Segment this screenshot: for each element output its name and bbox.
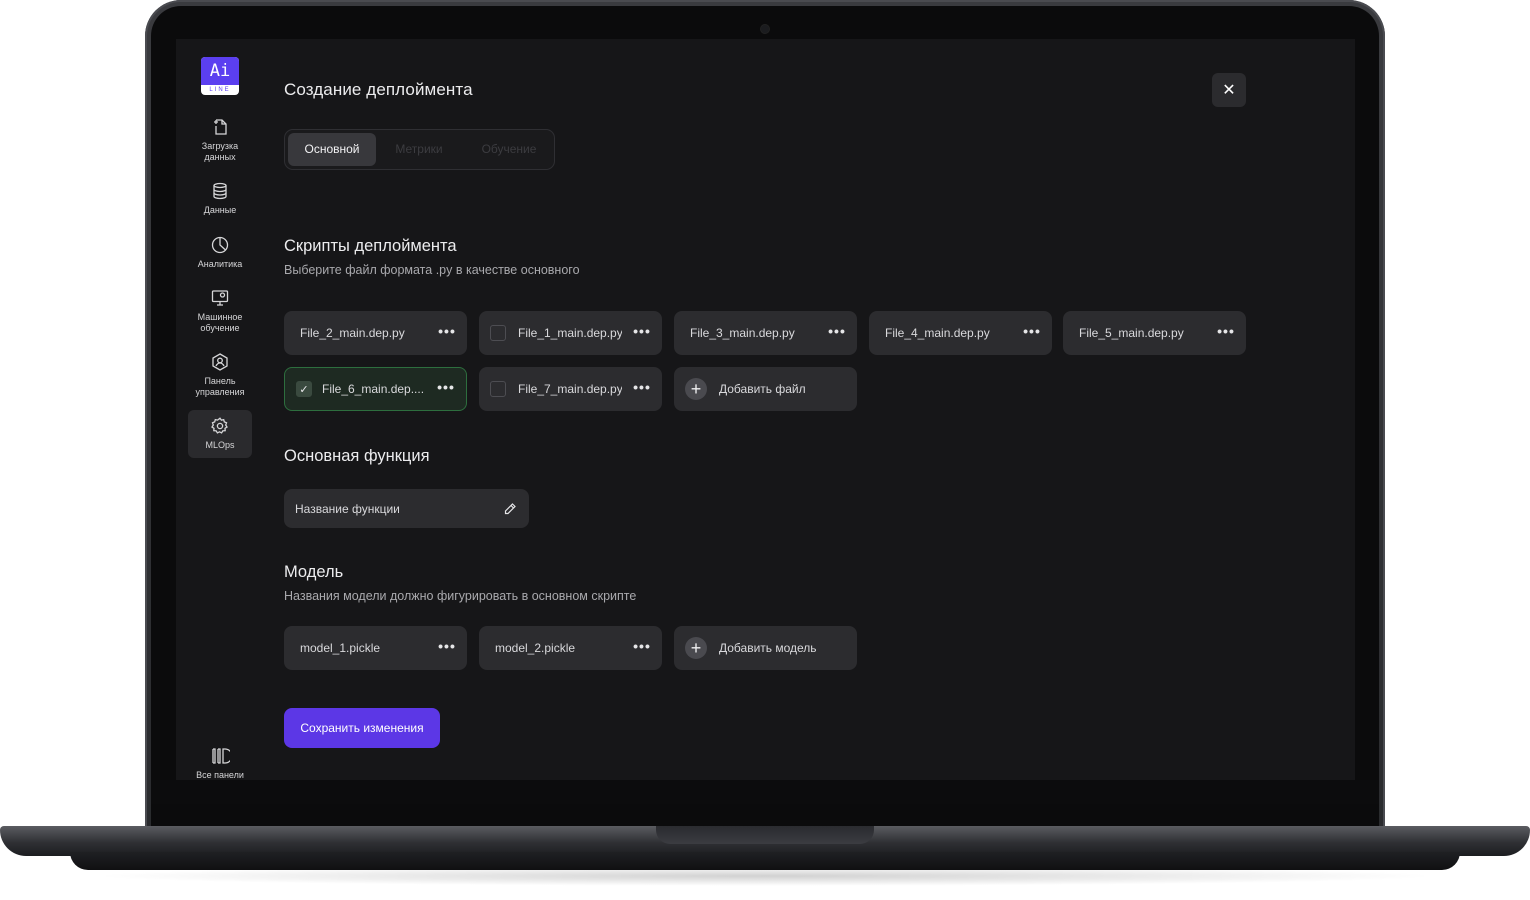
laptop-chin [151,780,1379,804]
sidebar-item-ml[interactable]: Машинное обучение [188,288,252,338]
sidebar-item-data[interactable]: Данные [188,181,252,231]
logo-subtext: LINE [209,87,231,93]
more-icon[interactable]: ••• [427,639,467,655]
user-panel-icon [210,352,230,372]
checkbox[interactable] [490,381,506,397]
sidebar-item-upload[interactable]: Загрузка данных [188,117,252,167]
sidebar-item-label: MLOps [205,440,235,450]
panels-icon [210,746,230,766]
more-icon[interactable]: ••• [426,380,466,396]
sidebar-item-mlops[interactable]: MLOps [188,410,252,458]
monitor-ml-icon [210,288,230,308]
add-file-button[interactable]: + Добавить файл [674,367,857,411]
plus-icon: + [685,378,707,400]
file-name: File_3_main.dep.py [690,326,795,340]
script-file-chip-selected[interactable]: ✓ File_6_main.dep.... ••• [284,367,467,411]
function-name-label: Название функции [295,501,400,516]
scripts-section-title: Скрипты деплоймента [284,237,457,255]
laptop-base-bottom [70,852,1460,870]
file-name: File_1_main.dep.py [518,326,622,340]
file-name: model_2.pickle [495,641,576,655]
script-file-chip[interactable]: File_3_main.dep.py ••• [674,311,857,355]
add-model-button[interactable]: + Добавить модель [674,626,857,670]
model-section-subtitle: Названия модели должно фигурировать в ос… [284,589,637,603]
more-icon[interactable]: ••• [1206,324,1246,340]
app-logo[interactable]: Ai LINE [201,57,239,95]
file-name: File_4_main.dep.py [885,326,990,340]
sidebar-item-analytics[interactable]: Аналитика [188,235,252,285]
sidebar-item-all-panels[interactable]: Все панели [188,746,252,780]
sidebar-item-label: Машинное обучение [197,312,243,333]
more-icon[interactable]: ••• [622,380,662,396]
model-section-title: Модель [284,563,344,581]
file-name: File_6_main.dep.... [322,382,425,396]
script-file-chip[interactable]: File_2_main.dep.py ••• [284,311,467,355]
pencil-icon[interactable] [491,502,529,516]
file-name: File_7_main.dep.py [518,382,622,396]
pie-chart-icon [210,235,230,255]
function-section-title: Основная функция [284,447,430,465]
sidebar: Ai LINE Загрузка данных Данные Аналитика [176,39,264,780]
more-icon[interactable]: ••• [817,324,857,340]
tab-bar: Основной Метрики Обучение [284,129,555,170]
sidebar-item-label: Панель управления [195,376,245,397]
close-icon: ✕ [1222,82,1236,99]
sidebar-item-label: Аналитика [197,259,243,269]
app-screen: Ai LINE Загрузка данных Данные Аналитика [176,39,1355,780]
file-name: File_2_main.dep.py [300,326,405,340]
logo-text: Ai [201,57,239,85]
laptop-notch [656,826,874,844]
file-name: model_1.pickle [300,641,381,655]
more-icon[interactable]: ••• [622,639,662,655]
sidebar-item-label: Загрузка данных [201,141,239,162]
main-content: Создание деплоймента ✕ Основной Метрики … [264,39,1355,780]
tab-metrics[interactable]: Метрики [381,133,457,166]
model-file-chip[interactable]: model_2.pickle ••• [479,626,662,670]
upload-file-icon [210,117,230,137]
script-file-chip[interactable]: File_5_main.dep.py ••• [1063,311,1246,355]
add-model-label: Добавить модель [719,641,817,655]
script-file-chip[interactable]: File_4_main.dep.py ••• [869,311,1052,355]
page-title: Создание деплоймента [284,80,473,99]
sidebar-item-label: Данные [203,205,237,215]
checkbox-checked[interactable]: ✓ [296,381,312,397]
function-name-field[interactable]: Название функции [284,489,529,528]
tab-main[interactable]: Основной [288,133,376,166]
script-file-chip[interactable]: File_7_main.dep.py ••• [479,367,662,411]
model-file-chip[interactable]: model_1.pickle ••• [284,626,467,670]
file-name: File_5_main.dep.py [1079,326,1184,340]
sidebar-item-label: Все панели [196,770,244,780]
gear-icon [210,416,230,436]
close-button[interactable]: ✕ [1212,73,1246,107]
add-file-label: Добавить файл [719,382,806,396]
checkbox[interactable] [490,325,506,341]
camera [761,25,769,33]
tab-training[interactable]: Обучение [465,133,553,166]
save-button[interactable]: Сохранить изменения [284,708,440,748]
more-icon[interactable]: ••• [1012,324,1052,340]
scripts-section-subtitle: Выберите файл формата .py в качестве осн… [284,263,580,277]
script-file-chip[interactable]: File_1_main.dep.py ••• [479,311,662,355]
more-icon[interactable]: ••• [427,324,467,340]
plus-icon: + [685,637,707,659]
more-icon[interactable]: ••• [622,324,662,340]
sidebar-item-control-panel[interactable]: Панель управления [188,352,252,402]
database-icon [210,181,230,201]
